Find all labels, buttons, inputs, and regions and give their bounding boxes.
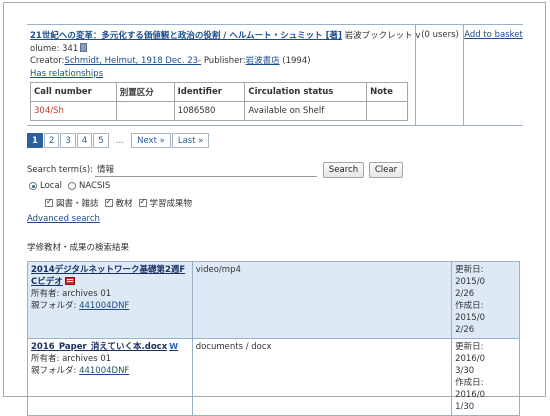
updated-date: 更新日: 2016/0: [455, 342, 485, 364]
teaching-materials-label: 教材: [115, 199, 133, 209]
page-2-button[interactable]: 2: [43, 133, 60, 148]
learning-outcomes-checkbox[interactable]: [138, 197, 147, 207]
books-journals-checkbox[interactable]: [45, 197, 53, 207]
updated-date-cont: 2/26: [455, 289, 475, 299]
users-cell: (0 users): [416, 25, 464, 125]
local-radio-label: Local: [40, 181, 63, 191]
page-3-button[interactable]: 3: [60, 133, 76, 148]
created-date: 作成日: 2016/0: [455, 378, 485, 400]
folder-link[interactable]: 441004DNF: [79, 301, 129, 311]
result-mime-cell: documents / docx: [191, 338, 453, 416]
holdings-header: Identifier: [173, 82, 246, 102]
books-journals-label: 図書・雑誌: [56, 199, 99, 209]
teaching-materials-checkbox[interactable]: [104, 197, 113, 207]
record-title-link[interactable]: 21世紀への変革：多元化する価値観と政治の役割 / ヘルムート・シュミット [著…: [30, 31, 342, 41]
search-label: Search term(s):: [27, 165, 94, 175]
circulation-cell: Available on Shelf: [244, 101, 368, 121]
pagination-ellipsis: …: [109, 133, 131, 148]
video-icon: [64, 277, 75, 285]
holdings-header: 別置区分: [115, 82, 175, 102]
page-5-button[interactable]: 5: [93, 133, 109, 148]
next-page-button[interactable]: Next »: [131, 133, 171, 148]
advanced-search-link[interactable]: Advanced search: [27, 214, 100, 224]
material-checkboxes: 図書・雑誌 教材 学習成果物: [45, 197, 192, 209]
year-text: (1994): [282, 56, 311, 66]
location-cell: [115, 101, 175, 121]
basket-cell: Add to basket: [464, 25, 523, 125]
results-section-title: 学修教材・成果の検索結果: [27, 243, 130, 253]
creator-link[interactable]: Schmidt, Helmut, 1918 Dec. 23-: [64, 56, 201, 66]
record-main-cell: 21世紀への変革：多元化する価値観と政治の役割 / ヘルムート・シュミット [著…: [27, 25, 420, 125]
page-4-button[interactable]: 4: [76, 133, 93, 148]
note-cell: [366, 101, 408, 121]
result-mime-cell: video/mp4: [191, 261, 453, 339]
result-info-cell: 2016_Paper_消えていく本.docx W 所有者: archives 01…: [27, 338, 193, 416]
creator-label: Creator:: [30, 56, 65, 66]
clear-button[interactable]: Clear: [369, 162, 403, 178]
users-count: (0 users): [421, 30, 459, 40]
local-radio[interactable]: [29, 182, 37, 190]
result-row: 2014デジタルネットワーク基礎第2週F Cビデオ 所有者: archives …: [27, 261, 520, 339]
call-number-cell: 304/Sh: [30, 101, 117, 121]
publisher-link[interactable]: 岩波書店: [246, 56, 280, 66]
created-date: 作成日: 2015/0: [455, 301, 485, 323]
result-title-line: Cビデオ: [31, 277, 63, 287]
identifier-cell: 1086580: [173, 101, 246, 121]
result-owner: 所有者: archives 01: [31, 289, 112, 299]
search-input[interactable]: [95, 162, 317, 177]
holdings-header: Call number: [30, 82, 117, 102]
folder-label: 親フォルダ:: [31, 301, 77, 311]
updated-date: 更新日: 2015/0: [455, 265, 485, 287]
created-date-cont: 2/26: [455, 325, 475, 335]
holdings-header: Circulation status: [244, 82, 368, 102]
results-table: 2014デジタルネットワーク基礎第2週F Cビデオ 所有者: archives …: [27, 261, 520, 416]
result-dates-cell: 更新日: 2015/0 2/26 作成日: 2015/0 2/26: [451, 261, 520, 339]
holdings-header-row: Call number 別置区分 Identifier Circulation …: [30, 82, 408, 102]
holdings-table: Call number 別置区分 Identifier Circulation …: [30, 82, 408, 121]
scope-radios: Local NACSIS: [29, 181, 110, 191]
result-row: 2016_Paper_消えていく本.docx W 所有者: archives 01…: [27, 338, 520, 416]
holdings-row: 304/Sh 1086580 Available on Shelf: [30, 101, 408, 121]
volume-text: olume: 341: [30, 43, 79, 54]
result-owner: 所有者: archives 01: [31, 354, 112, 364]
nacsis-radio[interactable]: [68, 182, 77, 190]
search-button[interactable]: Search: [323, 162, 364, 178]
result-title-line: 2016_Paper_消えていく本.docx: [31, 342, 168, 352]
publisher-label: Publisher:: [203, 56, 246, 66]
folder-link[interactable]: 441004DNF: [79, 366, 129, 376]
folder-label: 親フォルダ:: [31, 366, 77, 376]
updated-date-cont: 3/30: [455, 366, 475, 376]
result-info-cell: 2014デジタルネットワーク基礎第2週F Cビデオ 所有者: archives …: [27, 261, 193, 339]
series-text: 岩波ブックレット v: [344, 31, 421, 41]
book-icon: [80, 42, 88, 52]
word-doc-icon: W: [169, 342, 179, 351]
nacsis-radio-label: NACSIS: [79, 181, 111, 191]
page-1-button[interactable]: 1: [27, 133, 43, 148]
result-title-line: 2014デジタルネットワーク基礎第2週F: [31, 265, 186, 275]
learning-outcomes-label: 学習成果物: [149, 199, 193, 209]
last-page-button[interactable]: Last »: [171, 133, 210, 148]
relationships-link[interactable]: Has relationships: [30, 69, 103, 79]
add-to-basket-link[interactable]: Add to basket: [464, 30, 523, 40]
holdings-header: Note: [366, 82, 408, 102]
result-title-link[interactable]: 2016_Paper_消えていく本.docx W: [31, 341, 189, 353]
record-row: 21世紀への変革：多元化する価値観と政治の役割 / ヘルムート・シュミット [著…: [27, 24, 523, 126]
created-date-cont: 1/30: [455, 402, 475, 412]
result-dates-cell: 更新日: 2016/0 3/30 作成日: 2016/0 1/30: [451, 338, 520, 416]
bib-info: 21世紀への変革：多元化する価値観と政治の役割 / ヘルムート・シュミット [著…: [30, 30, 420, 80]
result-title-link[interactable]: 2014デジタルネットワーク基礎第2週F Cビデオ: [31, 264, 189, 288]
pagination: 1 2 3 4 5 … Next » Last »: [27, 133, 210, 148]
